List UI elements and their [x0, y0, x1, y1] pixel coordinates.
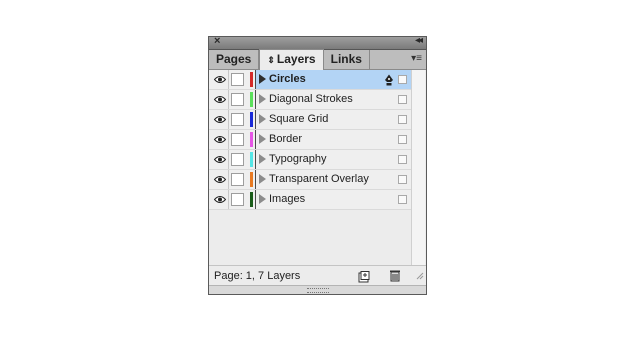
- layer-row[interactable]: Border: [209, 130, 412, 150]
- layer-row[interactable]: Diagonal Strokes: [209, 90, 412, 110]
- layer-name[interactable]: Diagonal Strokes: [269, 93, 353, 105]
- layer-row[interactable]: Typography: [209, 150, 412, 170]
- eye-icon[interactable]: [211, 150, 229, 169]
- layer-controls: [209, 70, 256, 89]
- expand-triangle-icon[interactable]: [259, 174, 266, 184]
- lock-toggle[interactable]: [231, 93, 244, 106]
- layer-color-swatch: [250, 72, 253, 87]
- layer-row[interactable]: Images: [209, 190, 412, 210]
- layer-name[interactable]: Images: [269, 193, 305, 205]
- eye-icon[interactable]: [211, 110, 229, 129]
- panel-resize-bar[interactable]: [209, 285, 426, 294]
- eye-icon[interactable]: [211, 70, 229, 89]
- selection-target[interactable]: [398, 135, 407, 144]
- tab-label: Links: [330, 52, 362, 66]
- selection-target[interactable]: [398, 195, 407, 204]
- selection-target[interactable]: [398, 175, 407, 184]
- resize-grip-icon[interactable]: [415, 267, 424, 285]
- layer-name[interactable]: Square Grid: [269, 113, 328, 125]
- lock-toggle[interactable]: [231, 113, 244, 126]
- expand-triangle-icon[interactable]: [259, 134, 266, 144]
- layer-controls: [209, 170, 256, 189]
- collapse-icon[interactable]: ◂◂: [415, 35, 423, 46]
- expand-triangle-icon[interactable]: [259, 154, 266, 164]
- expand-triangle-icon[interactable]: [259, 114, 266, 124]
- layers-panel: × ◂◂ Pages ⇕ Layers Links ▾≡ Circles Dia…: [208, 35, 427, 295]
- layer-row[interactable]: Circles: [209, 70, 412, 90]
- layer-color-swatch: [250, 112, 253, 127]
- layer-row[interactable]: Transparent Overlay: [209, 170, 412, 190]
- selection-target[interactable]: [398, 115, 407, 124]
- status-bar: Page: 1, 7 Layers: [209, 265, 426, 286]
- lock-toggle[interactable]: [231, 193, 244, 206]
- lock-toggle[interactable]: [231, 153, 244, 166]
- tab-label: Pages: [216, 52, 252, 66]
- status-text: Page: 1, 7 Layers: [214, 270, 301, 282]
- layer-name[interactable]: Typography: [269, 153, 326, 165]
- layer-color-swatch: [250, 132, 253, 147]
- lock-toggle[interactable]: [231, 173, 244, 186]
- layer-controls: [209, 90, 256, 109]
- layer-row[interactable]: Square Grid: [209, 110, 412, 130]
- tab-bar: Pages ⇕ Layers Links ▾≡: [209, 49, 426, 70]
- updown-icon: ⇕: [267, 55, 275, 65]
- layer-color-swatch: [250, 192, 253, 207]
- drag-handle[interactable]: [307, 288, 329, 293]
- scrollbar[interactable]: [411, 70, 425, 270]
- layer-name[interactable]: Transparent Overlay: [269, 173, 369, 185]
- tab-links[interactable]: Links: [324, 50, 370, 69]
- expand-triangle-icon[interactable]: [259, 94, 266, 104]
- layer-color-swatch: [250, 172, 253, 187]
- layer-list: Circles Diagonal Strokes Square Grid Bor…: [209, 70, 412, 248]
- expand-triangle-icon[interactable]: [259, 194, 266, 204]
- layer-name[interactable]: Border: [269, 133, 302, 145]
- layer-color-swatch: [250, 152, 253, 167]
- eye-icon[interactable]: [211, 190, 229, 209]
- eye-icon[interactable]: [211, 170, 229, 189]
- eye-icon[interactable]: [211, 90, 229, 109]
- lock-toggle[interactable]: [231, 73, 244, 86]
- panel-menu-icon[interactable]: ▾≡: [411, 53, 422, 64]
- layer-controls: [209, 150, 256, 169]
- layer-controls: [209, 110, 256, 129]
- layer-name[interactable]: Circles: [269, 73, 306, 85]
- eye-icon[interactable]: [211, 130, 229, 149]
- tab-pages[interactable]: Pages: [209, 50, 260, 69]
- tab-label: Layers: [276, 52, 316, 66]
- expand-triangle-icon[interactable]: [259, 74, 266, 84]
- selection-target[interactable]: [398, 75, 407, 84]
- layer-controls: [209, 130, 256, 149]
- pen-icon: [384, 73, 394, 91]
- selection-target[interactable]: [398, 155, 407, 164]
- lock-toggle[interactable]: [231, 133, 244, 146]
- layer-color-swatch: [250, 92, 253, 107]
- tab-layers[interactable]: ⇕ Layers: [259, 49, 324, 70]
- layer-controls: [209, 190, 256, 209]
- close-icon[interactable]: ×: [214, 35, 220, 47]
- selection-target[interactable]: [398, 95, 407, 104]
